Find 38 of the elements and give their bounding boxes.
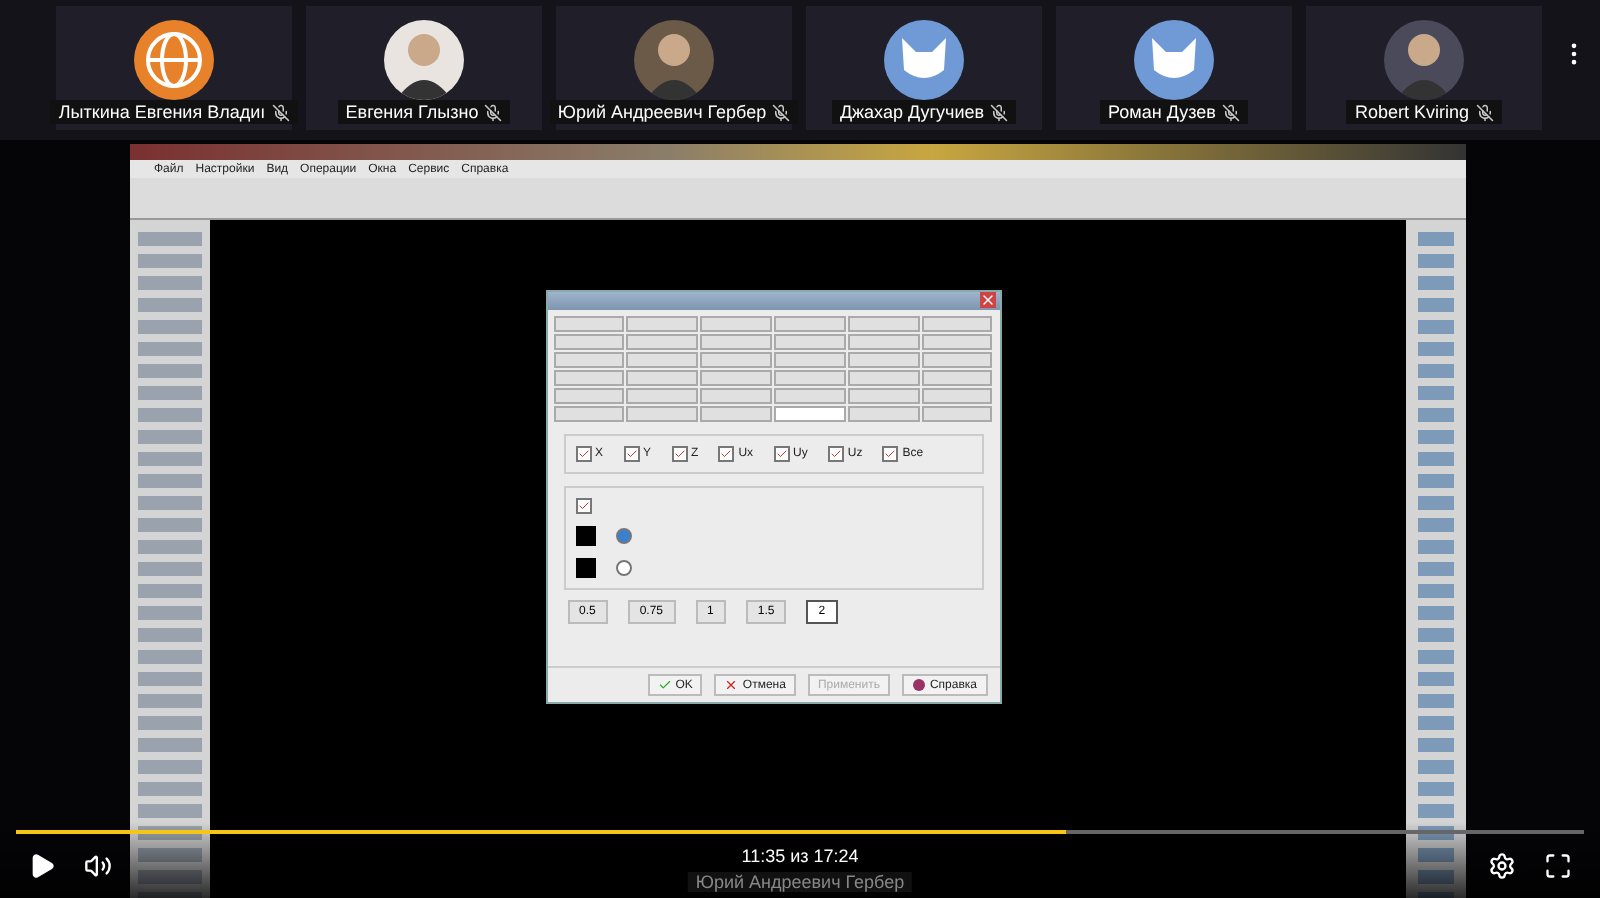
- radio-button[interactable]: [615, 528, 631, 544]
- mic-off-icon: [772, 103, 791, 121]
- participant-tile[interactable]: Джахар Дугучиев: [806, 6, 1042, 130]
- checkmark-icon: [577, 448, 589, 460]
- checkmark-icon: [720, 448, 733, 460]
- mic-off-icon: [1475, 103, 1494, 121]
- participant-name: Роман Дузев: [1108, 102, 1216, 122]
- participant-name: Robert Kviring: [1354, 102, 1470, 122]
- mic-off-icon: [484, 103, 503, 121]
- mic-off-icon: [271, 103, 290, 121]
- mic-off-icon: [990, 103, 1009, 121]
- checkmark-icon: [673, 448, 686, 460]
- participant-name: Джахар Дугучиев: [839, 102, 985, 122]
- settings-button[interactable]: [1488, 852, 1516, 880]
- participant-name: Евгения Глызно: [345, 102, 479, 122]
- play-button[interactable]: [28, 852, 56, 880]
- participant-name: Юрий Андреевич Гербер: [557, 102, 767, 122]
- checkmark-icon: [829, 448, 842, 460]
- participant-tile[interactable]: Евгения Глызно: [306, 6, 542, 130]
- participant-name: Лыткина Евгения Владиı: [58, 102, 266, 122]
- participant-tile[interactable]: Robert Kviring: [1306, 6, 1542, 130]
- help-icon: [911, 678, 926, 692]
- radio-button[interactable]: [615, 560, 631, 576]
- check-icon: [657, 678, 672, 692]
- playback-time: 11:35 из 17:24: [741, 846, 859, 866]
- presenter-name: Юрий Андреевич Гербер: [687, 872, 913, 892]
- checkmark-icon: [775, 448, 788, 460]
- volume-button[interactable]: [84, 852, 112, 880]
- checkmark-icon: [625, 448, 638, 460]
- close-icon: [724, 678, 739, 692]
- display-checkbox[interactable]: [575, 498, 591, 514]
- fullscreen-button[interactable]: [1544, 852, 1572, 880]
- mic-off-icon: [1221, 103, 1240, 121]
- participant-tile[interactable]: Роман Дузев: [1056, 6, 1292, 130]
- close-icon[interactable]: [979, 292, 995, 308]
- participant-tile[interactable]: Юрий Андреевич Гербер: [556, 6, 792, 130]
- participant-tile[interactable]: Лыткина Евгения Владиı: [56, 6, 292, 130]
- checkmark-icon: [884, 448, 897, 460]
